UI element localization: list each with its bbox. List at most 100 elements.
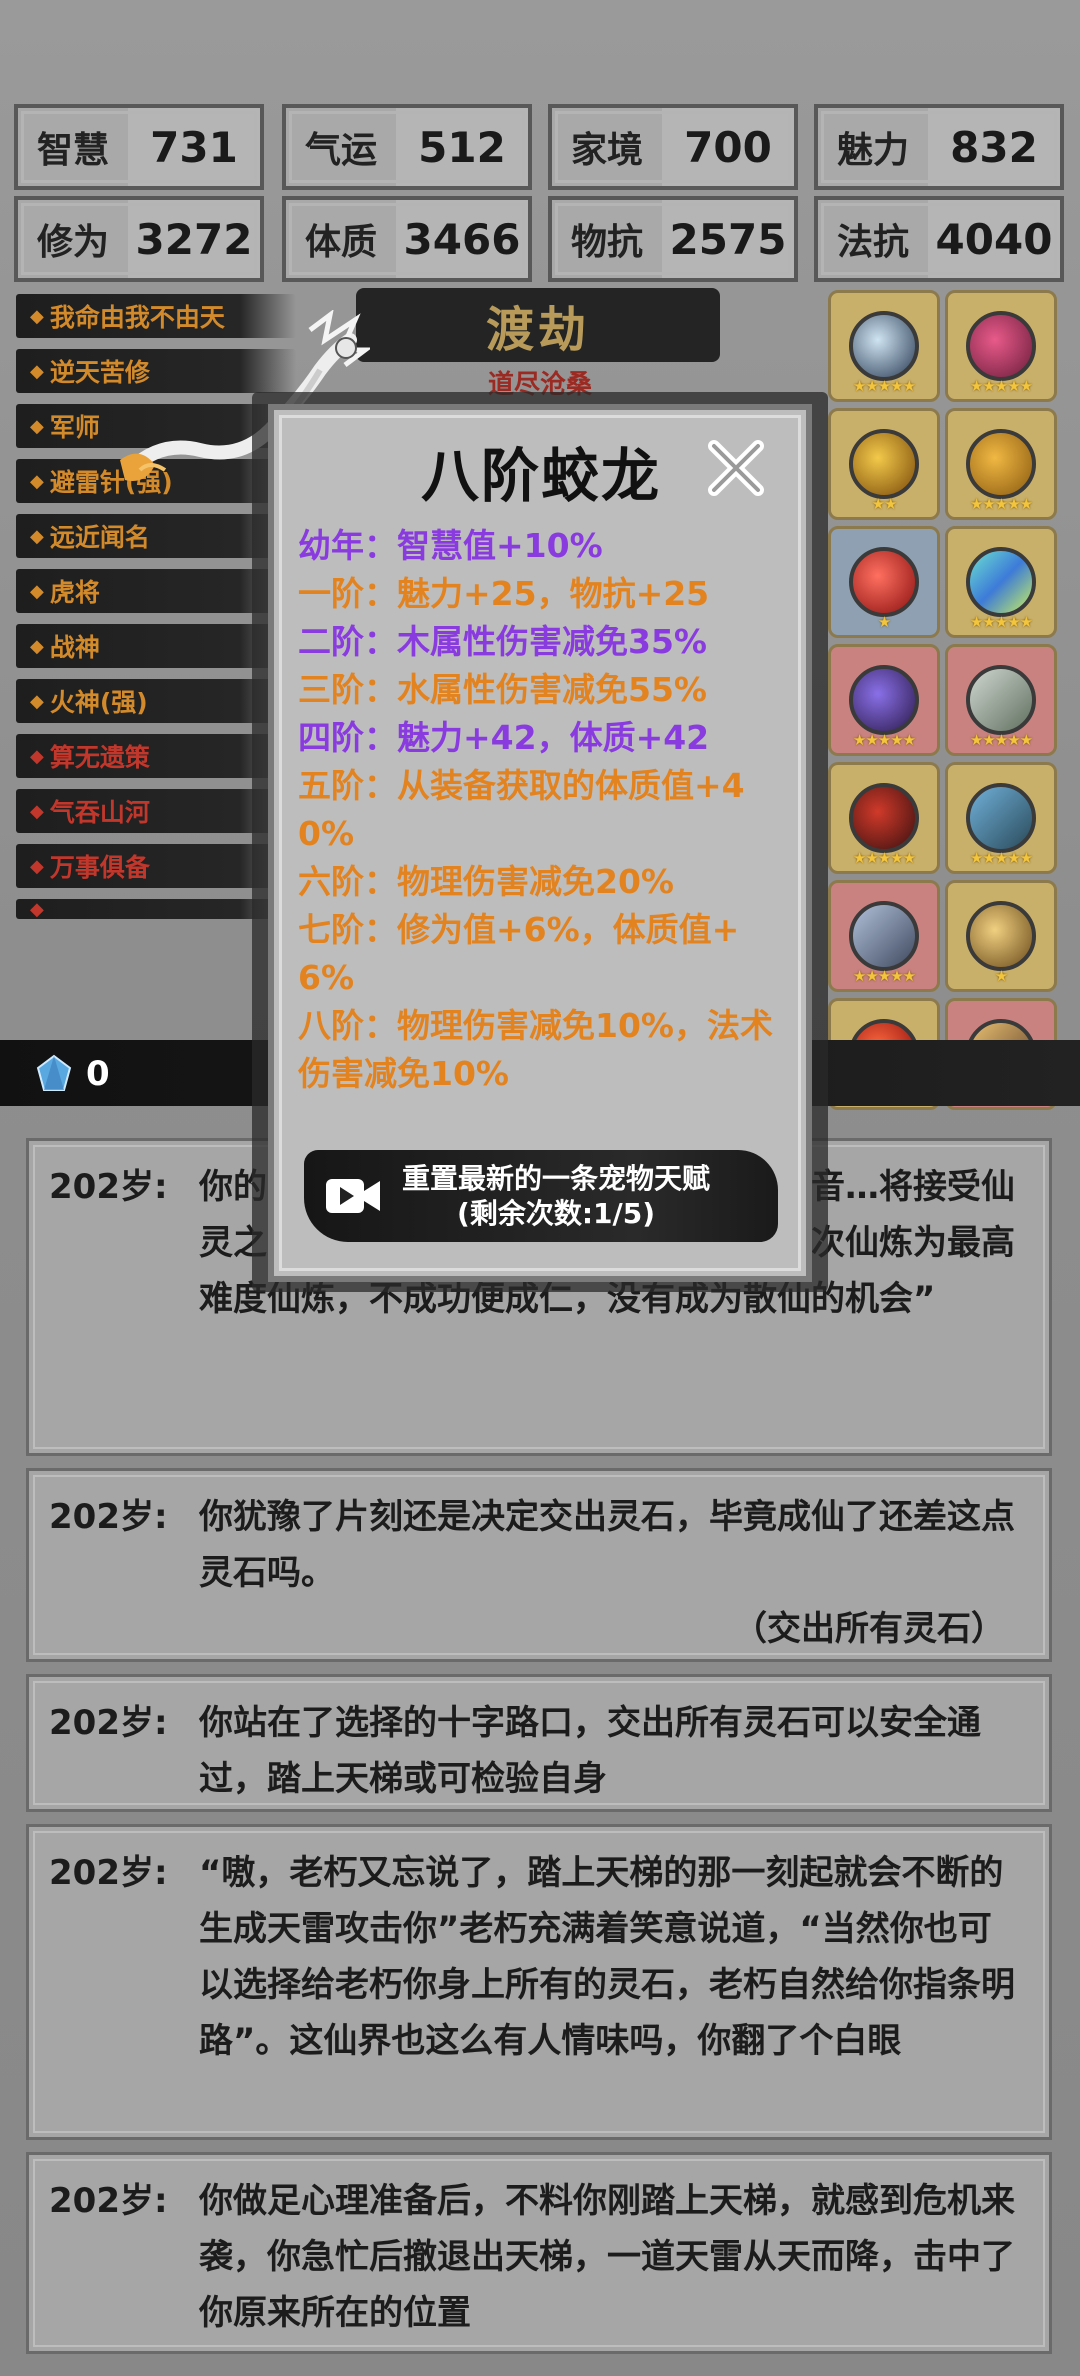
stat-label: 气运 [286, 108, 396, 186]
stat-label: 法抗 [818, 200, 928, 278]
star-rating: ★★★★★ [852, 731, 916, 749]
reset-button-label: 重置最新的一条宠物天赋 [402, 1162, 711, 1195]
talent-description-list: 幼年：智慧值+10% 一阶：魅力+25，物抗+25 二阶：木属性伤害减免35% … [298, 522, 784, 1098]
talent-line: 五阶：从装备获取的体质值+40% [298, 766, 745, 853]
talent-label: 气吞山河 [49, 798, 150, 827]
spirit-stone-icon [36, 1054, 72, 1091]
log-entry: 202岁: “嗷，老朽又忘说了，踏上天梯的那一刻起就会不断的生成天雷攻击你”老朽… [26, 1824, 1052, 2140]
stat-label: 物抗 [552, 200, 662, 278]
equipment-slot[interactable]: ★★★★★ [828, 290, 940, 402]
stat-luck: 气运 512 [282, 104, 532, 190]
equipment-slot[interactable]: ★★★★★ [945, 408, 1057, 520]
talent-line: 三阶：水属性伤害减免55% [298, 670, 707, 709]
star-rating: ★★★★★ [969, 495, 1033, 513]
log-age: 202岁: [49, 1703, 168, 1743]
talent-line: 二阶：木属性伤害减免35% [298, 622, 707, 661]
log-choice: （交出所有灵石） [733, 1609, 1005, 1649]
log-entry: 202岁: 你站在了选择的十字路口，交出所有灵石可以安全通过，踏上天梯或可检验自… [26, 1674, 1052, 1812]
mirror-icon [849, 665, 919, 735]
equipment-slot[interactable]: ★★★★★ [945, 526, 1057, 638]
star-rating: ★★★★★ [852, 967, 916, 985]
stat-value: 731 [128, 108, 260, 186]
talent-line: 一阶：魅力+25，物抗+25 [298, 574, 710, 613]
log-text: “嗷，老朽又忘说了，踏上天梯的那一刻起就会不断的生成天雷攻击你”老朽充满着笑意说… [199, 1853, 1015, 2061]
spirit-stone-count: 0 [86, 1054, 110, 1094]
equipment-slot[interactable]: ★★ [828, 408, 940, 520]
star-rating: ★★ [871, 495, 898, 513]
log-age: 202岁: [49, 1167, 168, 1207]
log-age: 202岁: [49, 1853, 168, 1893]
diamond-icon: ◆ [30, 800, 44, 822]
talent-line: 七阶：修为值+6%，体质值+6% [298, 910, 740, 997]
close-icon[interactable] [704, 436, 768, 500]
talent-line: 八阶：物理伤害减免10%，法术伤害减免10% [298, 1006, 773, 1093]
diamond-icon: ◆ [30, 690, 44, 712]
stat-label: 体质 [286, 200, 396, 278]
stat-physical-resist: 物抗 2575 [548, 196, 798, 282]
star-rating: ★★★★★ [969, 377, 1033, 395]
equipment-slot[interactable]: ★★★★★ [828, 644, 940, 756]
diamond-icon: ◆ [30, 415, 44, 437]
talent-label: 战神 [49, 633, 100, 662]
spirit-stone-counter: 0 [34, 1054, 110, 1094]
talent-label: 算无遗策 [49, 743, 150, 772]
stat-charm: 魅力 832 [814, 104, 1064, 190]
stat-constitution: 体质 3466 [282, 196, 532, 282]
talent-label: 虎将 [49, 578, 100, 607]
stat-label: 修为 [18, 200, 128, 278]
stat-cultivation: 修为 3272 [14, 196, 264, 282]
talent-label: 远近闻名 [49, 523, 150, 552]
diamond-icon: ◆ [30, 635, 44, 657]
stat-family: 家境 700 [548, 104, 798, 190]
diamond-icon: ◆ [30, 580, 44, 602]
star-rating: ★★★★★ [969, 613, 1033, 631]
log-text: 你做足心理准备后，不料你刚踏上天梯，就感到危机来袭，你急忙后撤退出天梯，一道天雷… [199, 2181, 1015, 2333]
stat-value: 2575 [662, 200, 794, 278]
diamond-icon: ◆ [30, 525, 44, 547]
reset-remaining-count: (剩余次数:1/5) [457, 1197, 655, 1230]
star-rating: ★★★★★ [969, 849, 1033, 867]
equipment-slot[interactable]: ★ [828, 526, 940, 638]
equipment-slot[interactable]: ★★★★★ [945, 290, 1057, 402]
equipment-slot[interactable]: ★★★★★ [828, 880, 940, 992]
star-rating: ★ [994, 967, 1008, 985]
log-entry: 202岁: 你犹豫了片刻还是决定交出灵石，毕竟成仙了还差这点灵石吗。 （交出所有… [26, 1468, 1052, 1662]
log-entry: 202岁: 你做足心理准备后，不料你刚踏上天梯，就感到危机来袭，你急忙后撤退出天… [26, 2152, 1052, 2354]
talent-label: 万事俱备 [49, 853, 150, 882]
stat-value: 4040 [928, 200, 1060, 278]
equipment-slot[interactable]: ★ [945, 880, 1057, 992]
log-age: 202岁: [49, 2181, 168, 2221]
reset-talent-button[interactable]: 重置最新的一条宠物天赋 (剩余次数:1/5) [304, 1150, 778, 1242]
pet-talent-modal: 八阶蛟龙 幼年：智慧值+10% 一阶：魅力+25，物抗+25 二阶：木属性伤害减… [268, 404, 812, 1282]
fan-icon [966, 901, 1036, 971]
crystal-icon [966, 547, 1036, 617]
star-rating: ★ [877, 613, 891, 631]
red-orb-icon [849, 547, 919, 617]
equipment-slot[interactable]: ★★★★★ [945, 644, 1057, 756]
spear-icon [849, 901, 919, 971]
stat-label: 智慧 [18, 108, 128, 186]
stat-value: 512 [396, 108, 528, 186]
stat-label: 魅力 [818, 108, 928, 186]
talent-line: 幼年：智慧值+10% [298, 526, 603, 565]
halberd-icon [966, 665, 1036, 735]
star-rating: ★★★★★ [852, 849, 916, 867]
equipment-slot[interactable]: ★★★★★ [945, 762, 1057, 874]
star-rating: ★★★★★ [969, 731, 1033, 749]
talent-label: 火神(强) [49, 688, 148, 717]
stat-wisdom: 智慧 731 [14, 104, 264, 190]
diamond-icon: ◆ [30, 470, 44, 492]
ring-icon [849, 429, 919, 499]
sword-hilt-icon [966, 783, 1036, 853]
tribulation-title: 渡劫 [356, 288, 720, 362]
stat-value: 700 [662, 108, 794, 186]
stat-magic-resist: 法抗 4040 [814, 196, 1064, 282]
talent-line: 六阶：物理伤害减免20% [298, 862, 674, 901]
stat-value: 3466 [396, 200, 528, 278]
talent-line: 四阶：魅力+42，体质+42 [298, 718, 710, 757]
star-rating: ★★★★★ [852, 377, 916, 395]
equipment-slot[interactable]: ★★★★★ [828, 762, 940, 874]
leaf-icon [966, 429, 1036, 499]
diamond-icon: ◆ [30, 745, 44, 767]
stat-value: 832 [928, 108, 1060, 186]
